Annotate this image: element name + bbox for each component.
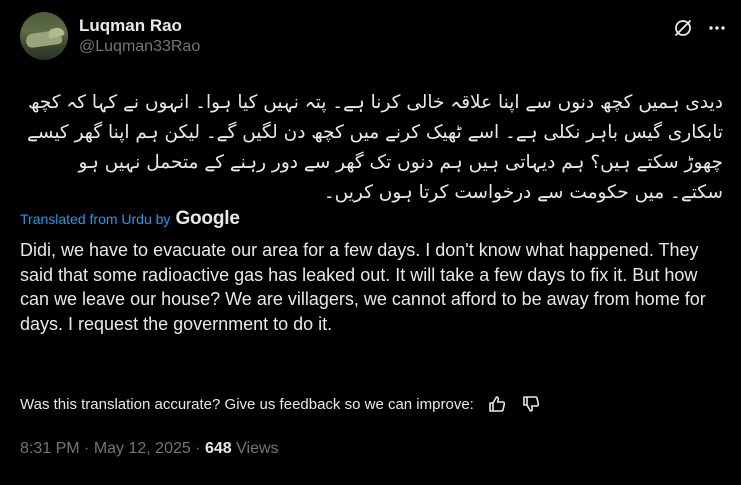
tweet-meta: 8:31 PM · May 12, 2025 · 648 Views <box>20 440 279 458</box>
tweet-date[interactable]: May 12, 2025 <box>94 440 191 458</box>
tweet-time[interactable]: 8:31 PM <box>20 440 80 458</box>
views-label: Views <box>231 440 279 457</box>
tweet: Luqman Rao @Luqman33Rao دیدی ہمیں کچھ دن… <box>0 0 741 485</box>
header-actions <box>673 18 727 38</box>
author-names: Luqman Rao @Luqman33Rao <box>79 16 200 58</box>
translation-feedback: Was this translation accurate? Give us f… <box>20 393 542 415</box>
tweet-header: Luqman Rao @Luqman33Rao <box>20 12 727 64</box>
thumbs-up-icon[interactable] <box>486 393 508 415</box>
avatar[interactable] <box>20 12 68 60</box>
display-name[interactable]: Luqman Rao <box>79 16 200 36</box>
translated-from-link[interactable]: Translated from Urdu by <box>20 211 170 227</box>
grok-icon[interactable] <box>673 18 693 38</box>
views-count: 648 <box>204 440 232 457</box>
more-dots-icon[interactable] <box>707 18 727 38</box>
crocodile-head <box>47 26 65 39</box>
tweet-translation-text: Didi, we have to evacuate our area for a… <box>20 240 706 334</box>
thumbs-down-icon[interactable] <box>520 393 542 415</box>
google-logo: Google <box>175 208 240 229</box>
user-handle[interactable]: @Luqman33Rao <box>79 36 200 58</box>
meta-separator: · <box>190 440 205 457</box>
feedback-prompt: Was this translation accurate? Give us f… <box>20 395 474 413</box>
meta-separator: · <box>79 440 94 457</box>
translation-attribution: Translated from Urdu by Google <box>20 208 240 230</box>
tweet-original-text: دیدی ہمیں کچھ دنوں سے اپنا علاقہ خالی کر… <box>26 92 723 203</box>
